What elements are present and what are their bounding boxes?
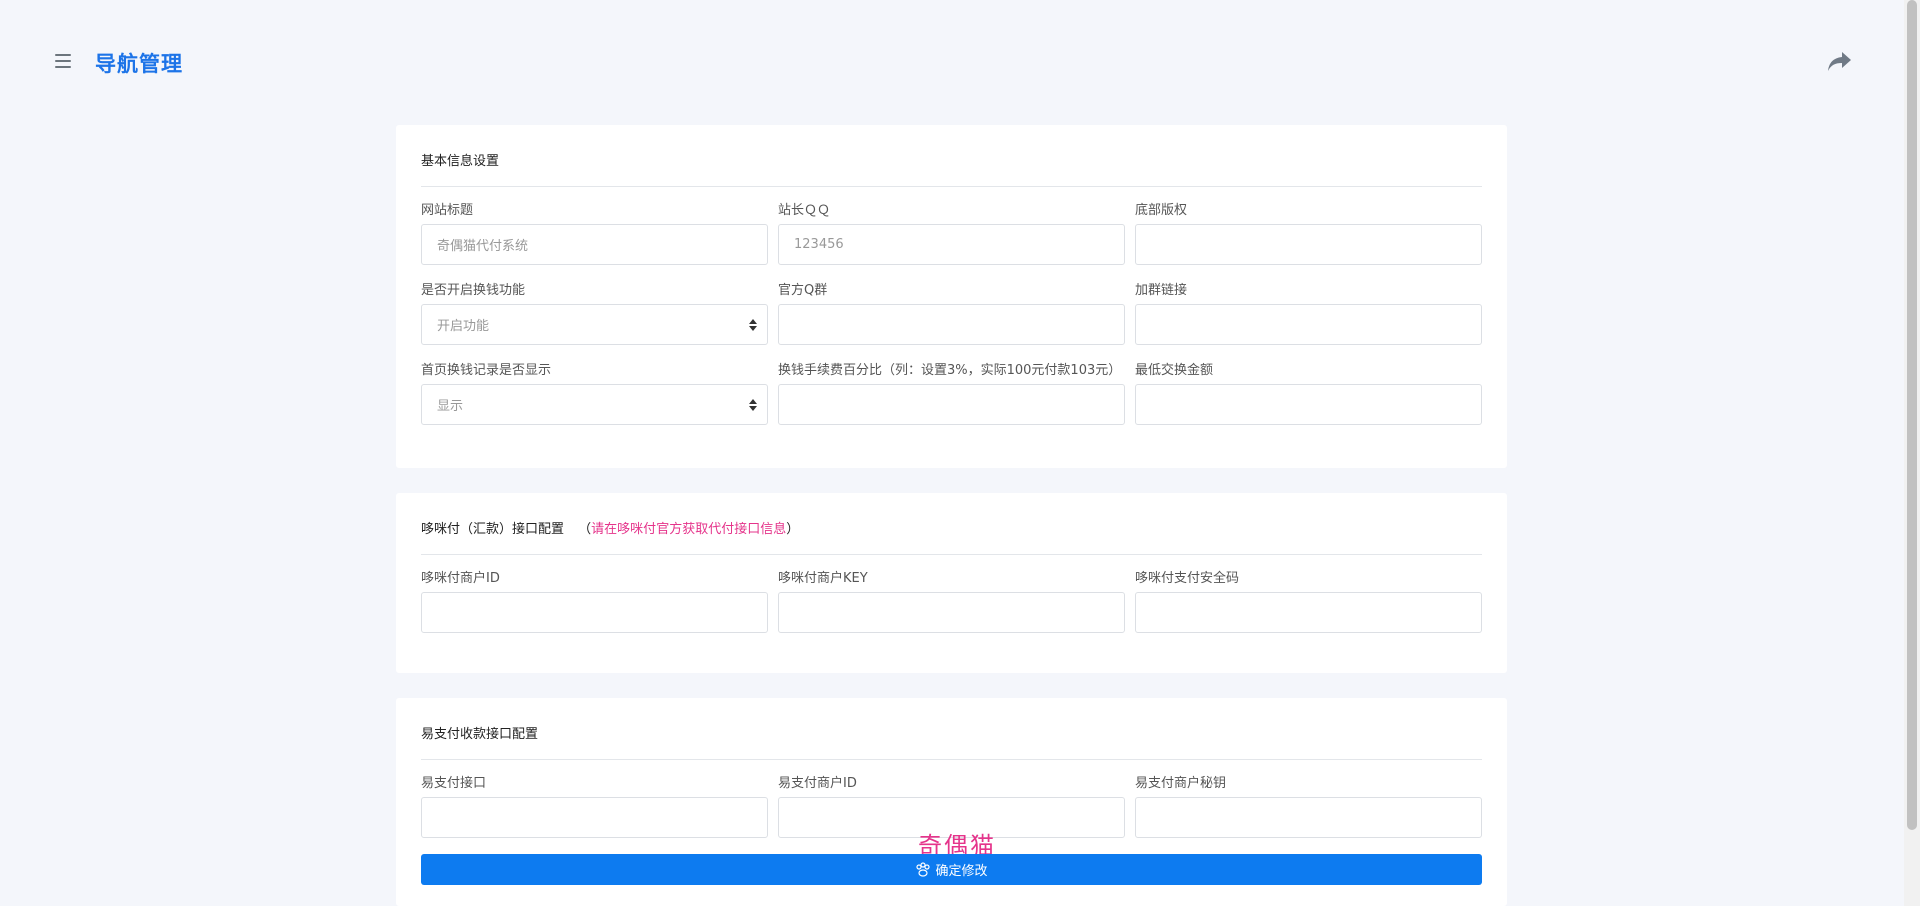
mipay-hint-part2: 官方获取代付接口信息 <box>656 522 787 537</box>
epay-api-label: 易支付接口 <box>421 776 487 791</box>
exchange-toggle-select[interactable]: 开启功能 <box>421 304 768 345</box>
mipay-security-code-label: 哆咪付支付安全码 <box>1135 571 1240 586</box>
mipay-merchant-key-input[interactable] <box>778 592 1125 633</box>
epay-api-input[interactable] <box>421 797 768 838</box>
mipay-title-text: 哆咪付（汇款）接口配置 <box>421 522 565 537</box>
records-display-select[interactable]: 显示 <box>421 384 768 425</box>
mipay-merchant-id-input[interactable] <box>421 592 768 633</box>
epay-merchant-secret-input[interactable] <box>1135 797 1482 838</box>
epay-merchant-secret-field: 易支付商户秘钥 <box>1135 775 1482 855</box>
mipay-merchant-id-label: 哆咪付商户ID <box>421 571 500 586</box>
group-link-input[interactable] <box>1135 304 1482 345</box>
mipay-security-code-input[interactable] <box>1135 592 1482 633</box>
admin-qq-field: 站长ＱＱ 123456 <box>778 202 1125 282</box>
mipay-hint-open: （ <box>578 522 592 537</box>
paw-icon <box>916 861 931 877</box>
fee-percent-input[interactable] <box>778 384 1125 425</box>
group-link-label: 加群链接 <box>1135 283 1188 298</box>
mipay-config-card: 哆咪付（汇款）接口配置 （请在哆咪付官方获取代付接口信息） 哆咪付商户ID 哆咪… <box>396 493 1507 673</box>
sort-arrows-icon <box>749 319 757 331</box>
mipay-hint-close: ） <box>786 522 800 537</box>
min-amount-field: 最低交换金额 <box>1135 362 1482 442</box>
footer-copyright-input[interactable] <box>1135 224 1482 265</box>
basic-settings-card: 基本信息设置 网站标题 奇偶猫代付系统 站长ＱＱ 123456 底部版权 是否开… <box>396 125 1507 468</box>
epay-api-field: 易支付接口 <box>421 775 768 855</box>
official-group-label: 官方Q群 <box>778 283 828 298</box>
top-bar: 导航管理 <box>0 0 1904 120</box>
page-title: 导航管理 <box>95 52 183 76</box>
share-icon[interactable] <box>1826 50 1852 74</box>
admin-qq-label: 站长ＱＱ <box>778 203 831 218</box>
basic-settings-title: 基本信息设置 <box>421 125 1482 187</box>
official-group-input[interactable] <box>778 304 1125 345</box>
site-title-label: 网站标题 <box>421 203 474 218</box>
footer-copyright-field: 底部版权 <box>1135 202 1482 282</box>
records-display-field: 首页换钱记录是否显示 显示 <box>421 362 768 442</box>
menu-icon[interactable] <box>55 54 71 68</box>
site-title-input[interactable]: 奇偶猫代付系统 <box>421 224 768 265</box>
submit-button[interactable]: 确定修改 <box>421 854 1482 885</box>
min-amount-label: 最低交换金额 <box>1135 363 1214 378</box>
epay-config-title: 易支付收款接口配置 <box>421 698 1482 760</box>
exchange-toggle-field: 是否开启换钱功能 开启功能 <box>421 282 768 362</box>
footer-copyright-label: 底部版权 <box>1135 203 1188 218</box>
fee-percent-label: 换钱手续费百分比（列：设置3%，实际100元付款103元） <box>778 363 1122 378</box>
exchange-toggle-value: 开启功能 <box>437 319 490 334</box>
sort-arrows-icon <box>749 399 757 411</box>
epay-merchant-secret-label: 易支付商户秘钥 <box>1135 776 1227 791</box>
official-group-field: 官方Q群 <box>778 282 1125 362</box>
epay-merchant-id-label: 易支付商户ID <box>778 776 857 791</box>
fee-percent-field: 换钱手续费百分比（列：设置3%，实际100元付款103元） <box>778 362 1125 442</box>
scrollbar[interactable] <box>1904 0 1920 906</box>
mipay-security-code-field: 哆咪付支付安全码 <box>1135 570 1482 650</box>
records-display-value: 显示 <box>437 399 464 414</box>
exchange-toggle-label: 是否开启换钱功能 <box>421 283 526 298</box>
submit-button-label: 确定修改 <box>935 864 988 879</box>
records-display-label: 首页换钱记录是否显示 <box>421 363 552 378</box>
mipay-config-title: 哆咪付（汇款）接口配置 （请在哆咪付官方获取代付接口信息） <box>421 493 1482 555</box>
min-amount-input[interactable] <box>1135 384 1482 425</box>
mipay-merchant-id-field: 哆咪付商户ID <box>421 570 768 650</box>
mipay-merchant-key-field: 哆咪付商户KEY <box>778 570 1125 650</box>
site-title-field: 网站标题 奇偶猫代付系统 <box>421 202 768 282</box>
admin-qq-input[interactable]: 123456 <box>778 224 1125 265</box>
mipay-hint-part1: 请在哆咪付 <box>591 522 657 537</box>
group-link-field: 加群链接 <box>1135 282 1482 362</box>
mipay-merchant-key-label: 哆咪付商户KEY <box>778 571 868 586</box>
scrollbar-thumb[interactable] <box>1907 0 1917 830</box>
